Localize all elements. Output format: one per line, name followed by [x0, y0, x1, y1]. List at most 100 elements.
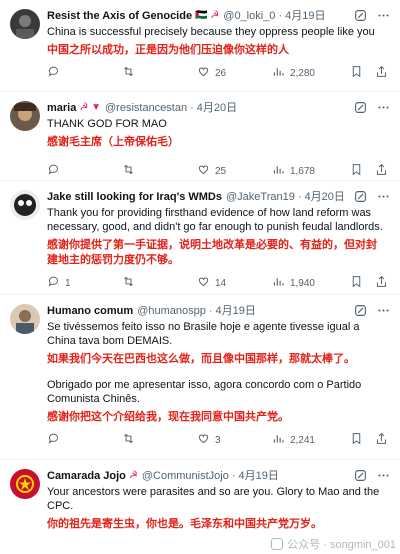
retweet-icon: [122, 163, 135, 179]
share-icon[interactable]: [375, 163, 388, 179]
secondary-actions: [350, 65, 388, 81]
avatar[interactable]: [10, 469, 40, 499]
grok-icon[interactable]: [354, 469, 367, 487]
reply-feed: Resist the Axis of Genocide 🇵🇸 ☭ @0_loki…: [0, 0, 400, 554]
tweet-text: Your ancestors were parasites and so are…: [47, 486, 380, 512]
avatar[interactable]: [10, 9, 40, 39]
retweet-button[interactable]: [122, 275, 162, 291]
watermark-text: 公众号 · songmin_001: [287, 539, 396, 551]
grok-icon[interactable]: [354, 304, 367, 322]
views-icon: [272, 65, 285, 81]
views-button[interactable]: 2,241: [272, 432, 315, 448]
timestamp[interactable]: 4月19日: [238, 469, 278, 483]
tweet-4[interactable]: Humano comum @humanospp · 4月19日 Se tivés…: [0, 295, 400, 460]
tweet-translation: 如果我们今天在巴西也这么做，而且像中国那样，那就太棒了。: [47, 353, 355, 365]
retweet-button[interactable]: [122, 65, 162, 81]
views-count: 1,940: [289, 277, 315, 289]
views-button[interactable]: 1,678: [272, 163, 315, 179]
views-icon: [272, 432, 285, 448]
avatar[interactable]: [10, 304, 40, 334]
action-bar: 3 2,241: [47, 429, 390, 451]
reply-button[interactable]: [47, 65, 87, 81]
reply-button[interactable]: 1: [47, 275, 87, 291]
bookmark-icon[interactable]: [350, 275, 363, 291]
tweet-top-actions: [354, 101, 390, 119]
more-icon[interactable]: [377, 101, 390, 119]
tweet-text: THANK GOD FOR MAO: [47, 118, 167, 130]
separator: ·: [278, 10, 283, 22]
views-button[interactable]: 1,940: [272, 275, 315, 291]
like-count: 3: [214, 434, 221, 446]
display-name[interactable]: Jake still looking for Iraq's WMDs: [47, 190, 222, 204]
display-name[interactable]: maria: [47, 101, 76, 115]
more-icon[interactable]: [377, 304, 390, 322]
bookmark-icon[interactable]: [350, 163, 363, 179]
reply-icon: [47, 163, 60, 179]
views-count: 2,241: [289, 434, 315, 446]
reply-button[interactable]: [47, 432, 87, 448]
user-handle[interactable]: @0_loki_0: [223, 9, 275, 23]
user-badges: ☭ ▼: [79, 102, 101, 113]
like-icon: [197, 65, 210, 81]
retweet-icon: [122, 432, 135, 448]
like-icon: [197, 432, 210, 448]
user-handle[interactable]: @JakeTran19: [226, 190, 295, 204]
secondary-actions: [350, 432, 388, 448]
tweet-1[interactable]: Resist the Axis of Genocide 🇵🇸 ☭ @0_loki…: [0, 0, 400, 92]
retweet-icon: [122, 65, 135, 81]
like-icon: [197, 275, 210, 291]
retweet-button[interactable]: [122, 432, 162, 448]
tweet-top-actions: [354, 190, 390, 208]
timestamp[interactable]: 4月19日: [216, 304, 256, 318]
like-button[interactable]: 26: [197, 65, 237, 81]
reply-button[interactable]: [47, 163, 87, 179]
reply-icon: [47, 65, 60, 81]
tweet-translation: 你的祖先是寄生虫，你也是。毛泽东和中国共产党万岁。: [47, 518, 322, 530]
share-icon[interactable]: [375, 275, 388, 291]
reply-icon: [47, 432, 60, 448]
tweet-3[interactable]: Jake still looking for Iraq's WMDs @Jake…: [0, 181, 400, 295]
avatar[interactable]: [10, 101, 40, 131]
like-button[interactable]: 14: [197, 275, 237, 291]
reply-icon: [47, 275, 60, 291]
like-icon: [197, 163, 210, 179]
grok-icon[interactable]: [354, 9, 367, 27]
more-icon[interactable]: [377, 9, 390, 27]
bookmark-icon[interactable]: [350, 65, 363, 81]
share-icon[interactable]: [375, 65, 388, 81]
grok-icon[interactable]: [354, 190, 367, 208]
views-icon: [272, 163, 285, 179]
avatar[interactable]: [10, 190, 40, 220]
user-badges: 🇵🇸 ☭: [195, 10, 220, 21]
user-badges: ☭: [128, 470, 138, 481]
timestamp[interactable]: 4月20日: [305, 190, 345, 204]
like-button[interactable]: 3: [197, 432, 237, 448]
share-icon[interactable]: [375, 432, 388, 448]
views-count: 1,678: [289, 165, 315, 177]
grok-icon[interactable]: [354, 101, 367, 119]
bookmark-icon[interactable]: [350, 432, 363, 448]
secondary-actions: [350, 275, 388, 291]
like-button[interactable]: 25: [197, 163, 237, 179]
action-bar: 1 14 1,940: [47, 272, 390, 294]
display-name[interactable]: Resist the Axis of Genocide: [47, 9, 192, 23]
tweet-top-actions: [354, 469, 390, 487]
timestamp[interactable]: 4月19日: [285, 9, 325, 23]
views-button[interactable]: 2,280: [272, 65, 315, 81]
user-handle[interactable]: @resistancestan: [105, 101, 187, 115]
user-handle[interactable]: @CommunistJojo: [142, 469, 229, 483]
more-icon[interactable]: [377, 190, 390, 208]
user-handle[interactable]: @humanospp: [137, 304, 206, 318]
more-icon[interactable]: [377, 469, 390, 487]
timestamp[interactable]: 4月20日: [197, 101, 237, 115]
tweet-text: Thank you for providing firsthand eviden…: [47, 207, 383, 233]
tweet-header: Humano comum @humanospp · 4月19日: [47, 304, 390, 318]
like-count: 14: [214, 277, 227, 289]
tweet-header: maria ☭ ▼ @resistancestan · 4月20日: [47, 101, 390, 115]
display-name[interactable]: Humano comum: [47, 304, 133, 318]
tweet-2[interactable]: maria ☭ ▼ @resistancestan · 4月20日 THANK …: [0, 92, 400, 181]
display-name[interactable]: Camarada Jojo: [47, 469, 126, 483]
tweet-header: Resist the Axis of Genocide 🇵🇸 ☭ @0_loki…: [47, 9, 390, 23]
watermark: 公众号 · songmin_001: [271, 536, 396, 552]
retweet-button[interactable]: [122, 163, 162, 179]
